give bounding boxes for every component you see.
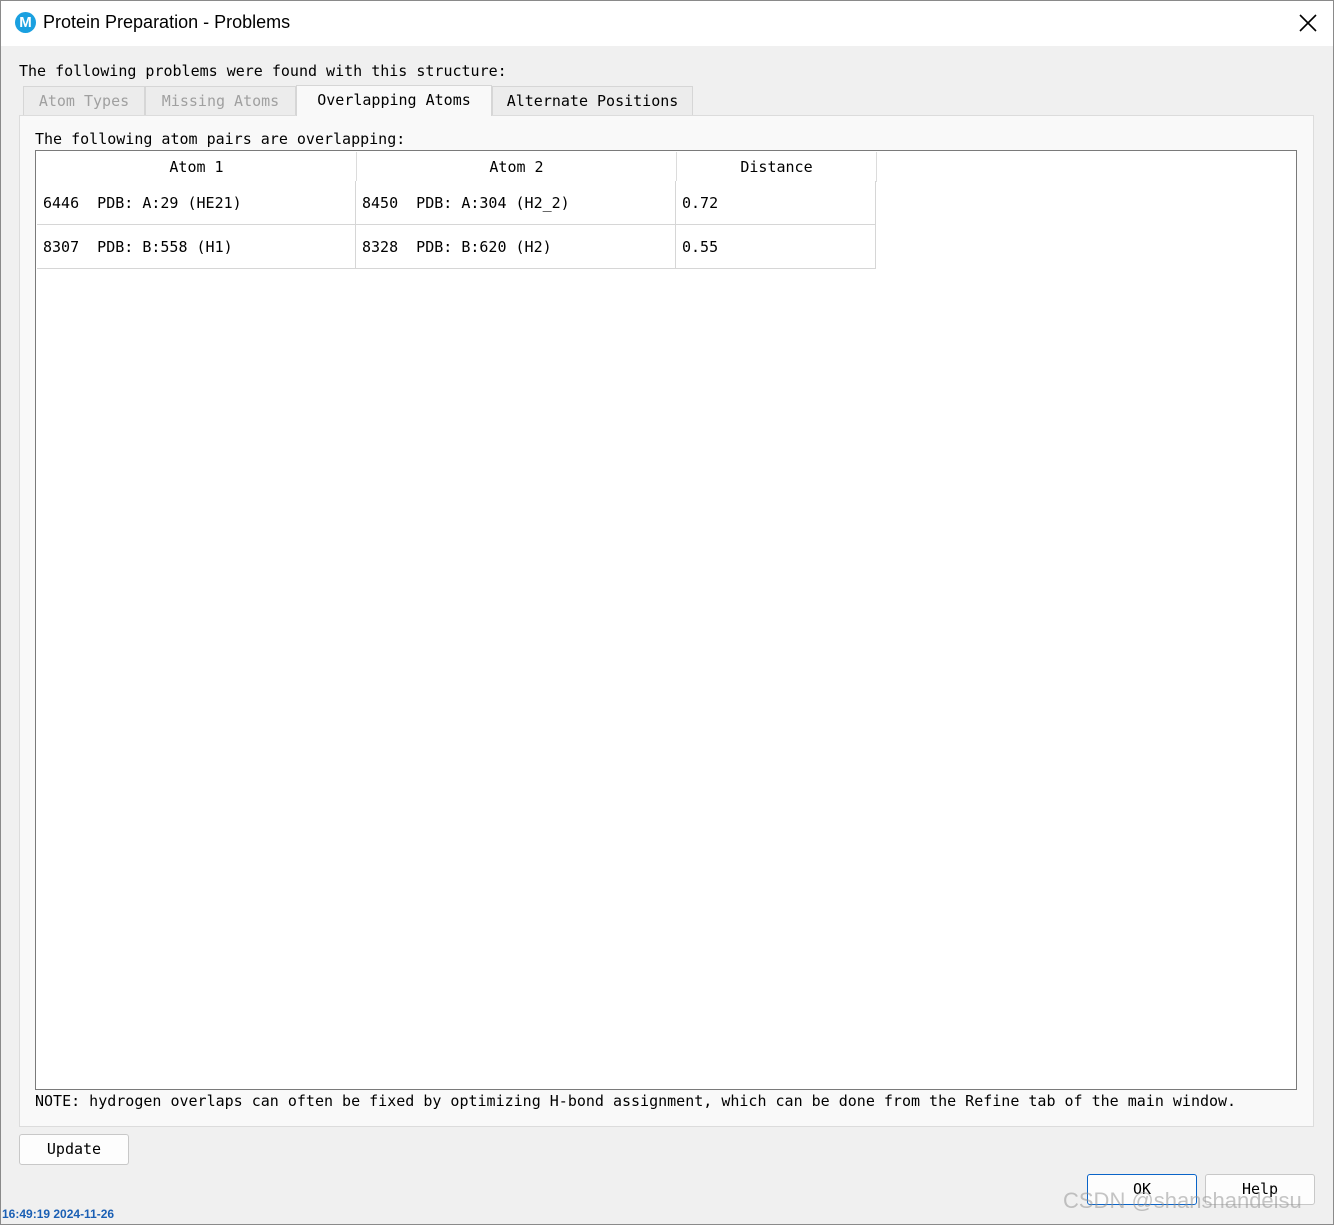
window-title: Protein Preparation - Problems xyxy=(43,12,291,32)
table-row[interactable]: 6446 PDB: A:29 (HE21) 8450 PDB: A:304 (H… xyxy=(37,181,877,225)
watermark: CSDN @shanshandeisu xyxy=(1063,1188,1302,1213)
column-header-atom2[interactable]: Atom 2 xyxy=(357,152,677,182)
title-bar: M Protein Preparation - Problems xyxy=(1,1,1333,46)
timestamp-overlay: 16:49:19 2024-11-26 xyxy=(2,1207,115,1221)
column-header-atom1[interactable]: Atom 1 xyxy=(37,152,357,182)
overlap-table[interactable]: Atom 1 Atom 2 Distance 6446 PDB: A:29 (H… xyxy=(35,150,1297,1090)
table-row[interactable]: 8307 PDB: B:558 (H1) 8328 PDB: B:620 (H2… xyxy=(37,225,877,269)
tab-alternate-positions[interactable]: Alternate Positions xyxy=(492,86,693,115)
tab-atom-types[interactable]: Atom Types xyxy=(23,86,145,115)
overlapping-atoms-panel: The following atom pairs are overlapping… xyxy=(19,115,1314,1127)
atom2-cell[interactable]: 8450 PDB: A:304 (H2_2) xyxy=(356,181,676,225)
overlap-heading: The following atom pairs are overlapping… xyxy=(35,130,406,148)
app-logo-icon: M xyxy=(15,12,36,33)
problems-heading: The following problems were found with t… xyxy=(19,62,507,80)
distance-cell[interactable]: 0.72 xyxy=(676,181,876,225)
atom1-cell[interactable]: 6446 PDB: A:29 (HE21) xyxy=(37,181,356,225)
distance-cell[interactable]: 0.55 xyxy=(676,225,876,269)
atom2-cell[interactable]: 8328 PDB: B:620 (H2) xyxy=(356,225,676,269)
overlap-note: NOTE: hydrogen overlaps can often be fix… xyxy=(35,1092,1237,1110)
problems-dialog: M Protein Preparation - Problems The fol… xyxy=(0,0,1334,1225)
update-button[interactable]: Update xyxy=(19,1134,129,1165)
tab-overlapping-atoms[interactable]: Overlapping Atoms xyxy=(296,85,492,116)
atom1-cell[interactable]: 8307 PDB: B:558 (H1) xyxy=(37,225,356,269)
close-icon xyxy=(1299,14,1317,32)
close-button[interactable] xyxy=(1289,5,1327,41)
tab-missing-atoms[interactable]: Missing Atoms xyxy=(145,86,296,115)
column-header-distance[interactable]: Distance xyxy=(677,152,877,182)
